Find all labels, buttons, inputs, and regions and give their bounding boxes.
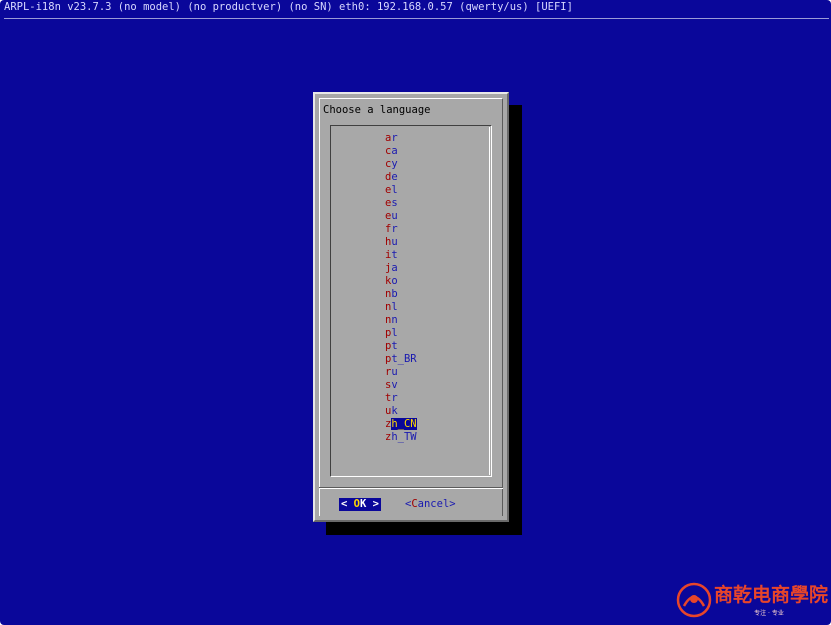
language-item[interactable]: pl [385,327,417,340]
ok-button[interactable]: < OK > [339,498,381,511]
language-item[interactable]: ru [385,366,417,379]
language-listbox[interactable]: ar ca cy de el es eu fr hu it ja ko nb nl nn pl pt pt_BR r… [330,125,492,477]
language-item[interactable]: eu [385,210,417,223]
watermark: 商乾电商學院 专注 · 专业 [676,580,828,620]
language-item[interactable]: fr [385,223,417,236]
language-item[interactable]: cy [385,158,417,171]
language-list[interactable]: ar ca cy de el es eu fr hu it ja ko nb nl nn pl pt pt_BR r… [385,132,417,444]
console-screen: ARPL-i18n v23.7.3 (no model) (no product… [0,0,831,625]
language-item[interactable]: ko [385,275,417,288]
language-item[interactable]: ca [385,145,417,158]
language-item[interactable]: zh_TW [385,431,417,444]
language-item[interactable]: ar [385,132,417,145]
language-item[interactable]: nb [385,288,417,301]
language-item[interactable]: zh_CN [385,418,417,431]
language-item[interactable]: pt [385,340,417,353]
language-item[interactable]: uk [385,405,417,418]
language-item[interactable]: tr [385,392,417,405]
language-item[interactable]: nl [385,301,417,314]
language-item[interactable]: ja [385,262,417,275]
language-item[interactable]: sv [385,379,417,392]
button-divider [319,488,503,489]
watermark-text: 商乾电商學院 [714,584,829,606]
dialog-title: Choose a language [323,104,431,116]
watermark-subtext: 专注 · 专业 [754,610,784,617]
language-item[interactable]: it [385,249,417,262]
status-line-divider [4,18,829,19]
language-item[interactable]: es [385,197,417,210]
language-item[interactable]: nn [385,314,417,327]
watermark-logo-icon [676,582,712,618]
cancel-button[interactable]: <Cancel> [403,498,458,511]
language-item[interactable]: pt_BR [385,353,417,366]
language-item[interactable]: de [385,171,417,184]
status-line: ARPL-i18n v23.7.3 (no model) (no product… [4,1,573,13]
language-item[interactable]: el [385,184,417,197]
language-dialog: Choose a language ar ca cy de el es eu fr hu it ja… [313,92,509,522]
language-item[interactable]: hu [385,236,417,249]
